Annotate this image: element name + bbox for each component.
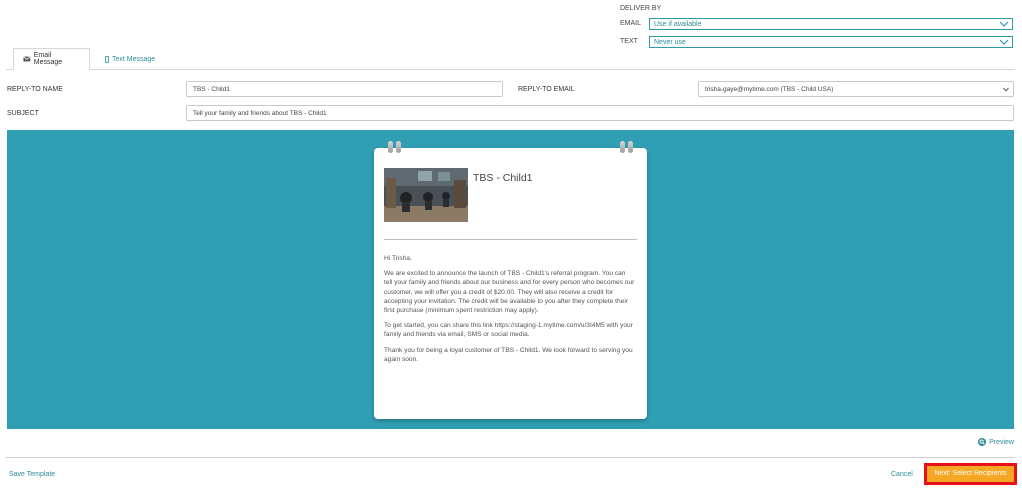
next-select-recipients-button[interactable]: Next: Select Recipients: [924, 463, 1017, 485]
subject-input[interactable]: Tell your family and friends about TBS -…: [186, 105, 1014, 121]
reply-to-email-select[interactable]: trisha-gaye@mytime.com (TBS - Child USA): [698, 81, 1014, 97]
mobile-icon: [105, 55, 109, 63]
card-title: TBS - Child1: [473, 172, 533, 184]
reply-to-name-input[interactable]: TBS - Child1: [186, 81, 503, 97]
preview-link[interactable]: Preview: [978, 438, 1014, 446]
subject-label: SUBJECT: [7, 110, 39, 117]
tab-text-label: Text Message: [112, 55, 156, 63]
card-divider: [384, 239, 637, 240]
tab-email-message[interactable]: Email Message: [13, 48, 90, 70]
tab-email-label: Email Message: [33, 52, 63, 66]
deliver-email-select[interactable]: Use if available: [649, 18, 1013, 30]
deliver-text-label: TEXT: [620, 38, 638, 45]
email-paragraph: To get started, you can share this link …: [384, 322, 633, 339]
email-greeting: Hi Trisha,: [384, 255, 412, 262]
reply-to-name-label: REPLY-TO NAME: [7, 86, 63, 93]
cancel-link[interactable]: Cancel: [891, 471, 913, 478]
magnifier-icon: [978, 438, 987, 446]
email-paragraph: Thank you for being a loyal customer of …: [384, 346, 633, 363]
preview-label: Preview: [989, 438, 1014, 446]
save-template-link[interactable]: Save Template: [9, 471, 55, 478]
deliver-by-title: DELIVER BY: [620, 5, 662, 12]
chevron-down-icon: [999, 21, 1009, 27]
deliver-text-value: Never use: [654, 39, 686, 46]
deliver-text-select[interactable]: Never use: [649, 36, 1013, 48]
deliver-email-label: EMAIL: [620, 20, 642, 27]
binder-ring-icon: [396, 141, 401, 153]
tab-text-message[interactable]: Text Message: [96, 48, 164, 70]
email-paragraph: We are excited to announce the launch of…: [384, 270, 635, 315]
reply-to-email-label: REPLY-TO EMAIL: [518, 86, 575, 93]
reply-to-email-value: trisha-gaye@mytime.com (TBS - Child USA): [705, 86, 834, 93]
binder-ring-icon: [628, 141, 633, 153]
chevron-down-icon: [999, 39, 1009, 45]
chevron-down-icon: [1003, 87, 1009, 92]
footer-divider: [6, 457, 1015, 458]
deliver-email-value: Use if available: [654, 21, 702, 28]
binder-ring-icon: [620, 141, 625, 153]
business-photo: [384, 168, 468, 222]
email-body: Hi Trisha, We are excited to announce th…: [384, 254, 635, 370]
binder-ring-icon: [388, 141, 393, 153]
envelope-icon: [23, 56, 31, 62]
email-preview-card: TBS - Child1 Hi Trisha, We are excited t…: [374, 141, 647, 419]
